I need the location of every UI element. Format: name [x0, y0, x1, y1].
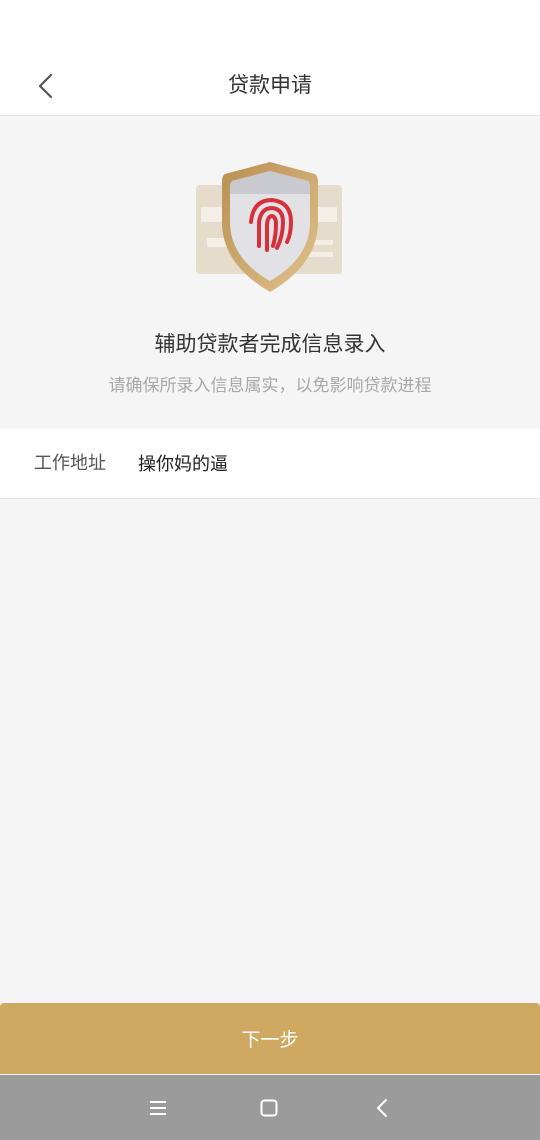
nav-home-button[interactable] [252, 1091, 286, 1125]
work-address-label: 工作地址 [34, 453, 106, 474]
work-address-input[interactable] [138, 446, 508, 480]
chevron-left-icon [38, 73, 53, 99]
home-icon [260, 1099, 278, 1117]
hero-section: 辅助贷款者完成信息录入 请确保所录入信息属实，以免影响贷款进程 [0, 116, 540, 428]
hero-title: 辅助贷款者完成信息录入 [154, 332, 386, 356]
status-bar [0, 0, 540, 56]
fingerprint-shield-icon [196, 162, 342, 292]
work-address-row: 工作地址 [0, 429, 540, 499]
back-button[interactable] [28, 68, 64, 104]
nav-menu-button[interactable] [141, 1091, 175, 1125]
menu-icon [150, 1101, 166, 1115]
next-step-button[interactable]: 下一步 [0, 1003, 540, 1074]
loan-application-page: 贷款申请 辅助贷款者完成信息录入 请确保所录入信息属实，以免影响贷款进程 工作地… [0, 0, 540, 1140]
system-nav-bar [0, 1075, 540, 1140]
app-header: 贷款申请 [0, 56, 540, 116]
back-icon [377, 1099, 387, 1117]
page-title: 贷款申请 [228, 73, 312, 97]
hero-subtitle: 请确保所录入信息属实，以免影响贷款进程 [108, 376, 432, 396]
nav-back-button[interactable] [365, 1091, 399, 1125]
